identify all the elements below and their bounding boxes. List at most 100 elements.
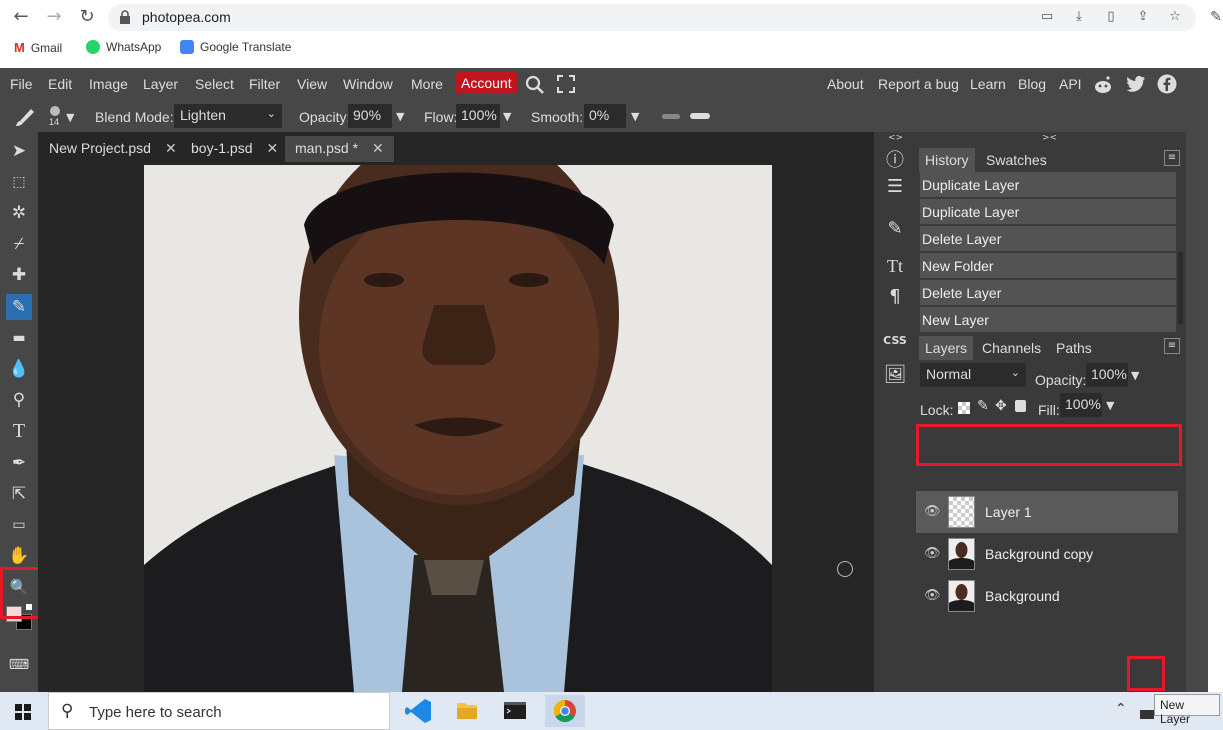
layer-row-background[interactable]: 👁 Background [916, 575, 1178, 617]
menu-more[interactable]: More [411, 76, 443, 92]
menu-filter[interactable]: Filter [249, 76, 280, 92]
menu-file[interactable]: File [10, 76, 33, 92]
terminal-icon[interactable] [495, 695, 535, 727]
tab-layers[interactable]: Layers [919, 336, 974, 360]
forward-arrow-icon[interactable]: → [42, 6, 66, 28]
history-item[interactable]: Delete Layer [920, 226, 1176, 252]
brush-preview-dot[interactable] [50, 106, 60, 116]
menu-view[interactable]: View [297, 76, 327, 92]
eye-icon[interactable]: 👁 [924, 588, 941, 604]
download-icon[interactable]: ⤓ [1070, 9, 1088, 27]
blend-mode-select[interactable]: Lighten ⌄ [174, 104, 282, 128]
menu-select[interactable]: Select [195, 76, 234, 92]
fill-field[interactable]: 100% [1060, 393, 1102, 417]
eyedropper-tool-icon[interactable]: ⌿ [6, 231, 32, 257]
address-bar[interactable]: photopea.com ▭ ⤓ ▯ ⇪ ☆ [108, 4, 1196, 31]
layer-opacity-field[interactable]: 100% [1086, 363, 1128, 387]
magic-wand-tool-icon[interactable]: ✲ [6, 200, 32, 226]
menu-layer[interactable]: Layer [143, 76, 178, 92]
bookmark-gmail[interactable]: M Gmail [14, 40, 62, 55]
brush-settings-icon[interactable]: ✎ [876, 218, 914, 239]
hand-tool-icon[interactable]: ✋ [6, 543, 32, 569]
fill-arrow[interactable]: ▼ [1106, 399, 1114, 412]
paragraph-icon[interactable]: ¶ [876, 286, 914, 307]
document-canvas[interactable] [144, 165, 772, 692]
history-item[interactable]: Duplicate Layer [920, 199, 1176, 225]
menu-blog[interactable]: Blog [1018, 76, 1046, 92]
gradient-tool-icon[interactable]: ▬ [6, 325, 32, 351]
pressure-toggle-2[interactable] [690, 113, 710, 119]
character-icon[interactable]: Tt [876, 256, 914, 277]
opacity-field[interactable]: 90% [348, 104, 392, 128]
chrome-icon[interactable] [545, 695, 585, 727]
zoom-tool-icon[interactable]: 🔍 [6, 574, 32, 600]
marquee-tool-icon[interactable]: ⬚ [6, 169, 32, 195]
close-icon[interactable]: ✕ [372, 140, 384, 156]
layer-opacity-arrow[interactable]: ▼ [1131, 369, 1139, 382]
brush-size-dropdown-arrow[interactable]: ▼ [66, 111, 74, 124]
close-icon[interactable]: ✕ [266, 140, 278, 156]
brush-tool-icon[interactable]: ✎ [6, 294, 32, 320]
opacity-dropdown-arrow[interactable]: ▼ [396, 110, 404, 123]
screenshot-icon[interactable]: ▭ [1038, 9, 1056, 27]
tab-swatches[interactable]: Swatches [980, 148, 1053, 172]
css-icon[interactable]: CSS [876, 334, 914, 347]
vscode-icon[interactable] [399, 695, 439, 727]
type-tool-icon[interactable]: T [6, 418, 32, 444]
edit-pen-icon[interactable]: ✎ [1204, 6, 1223, 28]
lock-position-icon[interactable]: ✥ [995, 398, 1007, 414]
healing-brush-tool-icon[interactable]: ✚ [6, 262, 32, 288]
layer-blend-mode-select[interactable]: Normal ⌄ [920, 363, 1026, 387]
doc-tab-man[interactable]: man.psd * ✕ [285, 136, 394, 162]
page-icon[interactable]: ▯ [1102, 9, 1120, 27]
color-swatches[interactable] [5, 604, 35, 634]
flow-field[interactable]: 100% [456, 104, 500, 128]
smooth-dropdown-arrow[interactable]: ▼ [631, 110, 639, 123]
reddit-icon[interactable] [1093, 75, 1113, 95]
flow-dropdown-arrow[interactable]: ▼ [503, 110, 511, 123]
eye-icon[interactable]: 👁 [924, 504, 941, 520]
menu-report-bug[interactable]: Report a bug [878, 76, 959, 92]
account-button[interactable]: Account [456, 72, 517, 94]
collapse-right-icon[interactable]: >< [1042, 133, 1057, 143]
history-menu-icon[interactable]: ≡ [1164, 150, 1180, 166]
tab-history[interactable]: History [919, 148, 975, 172]
lock-pixels-icon[interactable]: ✎ [977, 398, 989, 414]
facebook-icon[interactable] [1157, 74, 1177, 94]
history-item[interactable]: Duplicate Layer [920, 172, 1176, 198]
share-icon[interactable]: ⇪ [1134, 9, 1152, 27]
lock-all-icon[interactable] [1015, 400, 1026, 412]
rectangle-tool-icon[interactable]: ▭ [6, 512, 32, 538]
fullscreen-icon[interactable] [557, 75, 575, 93]
doc-tab-boy-1[interactable]: boy-1.psd ✕ [181, 136, 288, 162]
menu-window[interactable]: Window [343, 76, 393, 92]
bookmark-google-translate[interactable]: Google Translate [180, 40, 291, 54]
brush-tool-preset-icon[interactable] [14, 105, 38, 127]
layers-menu-icon[interactable]: ≡ [1164, 338, 1180, 354]
twitter-icon[interactable] [1126, 75, 1146, 93]
close-icon[interactable]: ✕ [165, 140, 177, 156]
foreground-color-swatch[interactable] [6, 606, 22, 622]
menu-edit[interactable]: Edit [48, 76, 72, 92]
history-item[interactable]: Delete Layer [920, 280, 1176, 306]
smooth-field[interactable]: 0% [584, 104, 626, 128]
info-icon[interactable]: ⓘ [876, 146, 914, 172]
tab-channels[interactable]: Channels [976, 336, 1047, 360]
reload-icon[interactable]: ↻ [75, 6, 99, 28]
path-select-tool-icon[interactable]: ⇱ [6, 481, 32, 507]
lock-transparency-icon[interactable] [958, 402, 970, 414]
menu-image[interactable]: Image [89, 76, 128, 92]
tray-chevron-up-icon[interactable]: ⌃ [1115, 701, 1127, 717]
keyboard-icon[interactable]: ⌨ [6, 652, 32, 678]
bookmark-whatsapp[interactable]: WhatsApp [86, 40, 161, 54]
pen-tool-icon[interactable]: ✒ [6, 450, 32, 476]
doc-tab-new-project[interactable]: New Project.psd ✕ [39, 136, 187, 162]
eye-icon[interactable]: 👁 [924, 546, 941, 562]
image-icon[interactable]: 🖼 [876, 364, 914, 385]
menu-learn[interactable]: Learn [970, 76, 1006, 92]
windows-start-icon[interactable] [15, 704, 31, 720]
adjustments-icon[interactable]: ☰ [876, 176, 914, 197]
taskbar-search-box[interactable]: ⚲ Type here to search [48, 692, 390, 730]
layer-row-layer-1[interactable]: 👁 Layer 1 [916, 491, 1178, 533]
dodge-tool-icon[interactable]: ⚲ [6, 387, 32, 413]
